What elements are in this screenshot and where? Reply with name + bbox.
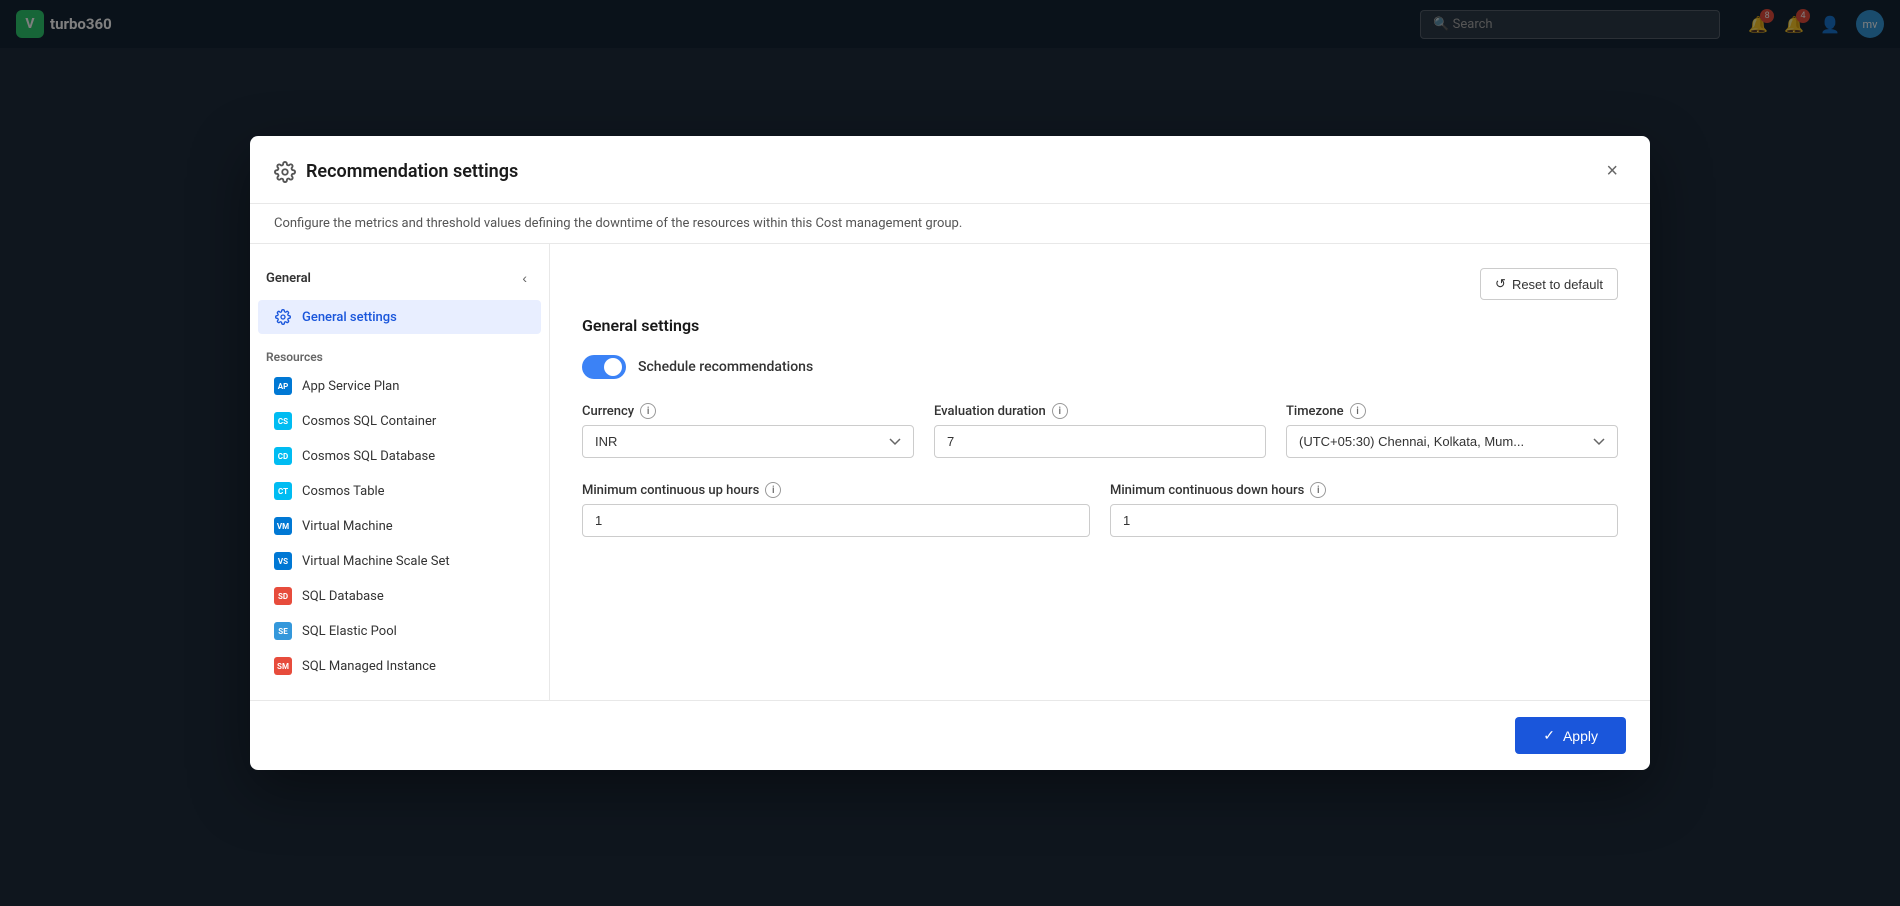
- currency-info-icon[interactable]: i: [640, 403, 656, 419]
- reset-to-default-button[interactable]: ↺ Reset to default: [1480, 268, 1618, 300]
- cosmos-sql-database-label: Cosmos SQL Database: [302, 449, 435, 464]
- evaluation-duration-input[interactable]: [934, 425, 1266, 458]
- cosmos-table-icon: CT: [274, 482, 292, 500]
- close-button[interactable]: ×: [1598, 156, 1626, 187]
- content-title: General settings: [582, 316, 1618, 335]
- schedule-recommendations-row: Schedule recommendations: [582, 355, 1618, 379]
- schedule-recommendations-label: Schedule recommendations: [638, 359, 813, 375]
- cosmos-sql-database-icon: CD: [274, 447, 292, 465]
- general-section-header: General ‹: [250, 260, 549, 296]
- modal-title: Recommendation settings: [306, 161, 518, 182]
- min-down-hours-info-icon[interactable]: i: [1310, 482, 1326, 498]
- min-up-hours-input[interactable]: [582, 504, 1090, 537]
- modal-main-content: ↺ Reset to default General settings Sche…: [550, 244, 1650, 700]
- app-service-plan-label: App Service Plan: [302, 379, 399, 394]
- timezone-group: Timezone i (UTC+05:30) Chennai, Kolkata,…: [1286, 403, 1618, 458]
- modal-title-row: Recommendation settings: [274, 161, 518, 183]
- sidebar-item-sql-elastic-pool[interactable]: SE SQL Elastic Pool: [258, 614, 541, 648]
- resources-section: Resources AP App Service Plan CS Cosmos …: [250, 342, 549, 683]
- vmss-label: Virtual Machine Scale Set: [302, 554, 450, 569]
- sidebar-item-sql-database[interactable]: SD SQL Database: [258, 579, 541, 613]
- cosmos-sql-container-icon: CS: [274, 412, 292, 430]
- currency-group: Currency i INR USD EUR GBP: [582, 403, 914, 458]
- toggle-slider: [582, 355, 626, 379]
- sidebar-item-sql-managed-instance[interactable]: SM SQL Managed Instance: [258, 649, 541, 683]
- bottom-form-grid: Minimum continuous up hours i Minimum co…: [582, 482, 1618, 537]
- recommendation-settings-modal: Recommendation settings × Configure the …: [250, 136, 1650, 770]
- modal-sidebar: General ‹ General settings Resources: [250, 244, 550, 700]
- sql-database-label: SQL Database: [302, 589, 384, 604]
- modal-header: Recommendation settings ×: [250, 136, 1650, 204]
- min-up-hours-label: Minimum continuous up hours i: [582, 482, 1090, 498]
- sidebar-item-general-settings[interactable]: General settings: [258, 300, 541, 334]
- timezone-select[interactable]: (UTC+05:30) Chennai, Kolkata, Mum... (UT…: [1286, 425, 1618, 458]
- evaluation-duration-group: Evaluation duration i: [934, 403, 1266, 458]
- min-down-hours-label: Minimum continuous down hours i: [1110, 482, 1618, 498]
- cosmos-sql-container-label: Cosmos SQL Container: [302, 414, 436, 429]
- min-up-hours-group: Minimum continuous up hours i: [582, 482, 1090, 537]
- cosmos-table-label: Cosmos Table: [302, 484, 385, 499]
- modal-overlay: Recommendation settings × Configure the …: [0, 0, 1900, 906]
- resources-title: Resources: [250, 342, 549, 368]
- reset-btn-container: ↺ Reset to default: [582, 268, 1618, 300]
- general-settings-label: General settings: [302, 310, 397, 325]
- currency-select[interactable]: INR USD EUR GBP: [582, 425, 914, 458]
- settings-icon: [274, 161, 296, 183]
- vmss-icon: VS: [274, 552, 292, 570]
- sql-elastic-pool-icon: SE: [274, 622, 292, 640]
- currency-label: Currency i: [582, 403, 914, 419]
- evaluation-duration-info-icon[interactable]: i: [1052, 403, 1068, 419]
- reset-icon: ↺: [1495, 276, 1506, 292]
- sql-managed-instance-label: SQL Managed Instance: [302, 659, 436, 674]
- app-service-plan-icon: AP: [274, 377, 292, 395]
- evaluation-duration-label: Evaluation duration i: [934, 403, 1266, 419]
- min-down-hours-group: Minimum continuous down hours i: [1110, 482, 1618, 537]
- sql-database-icon: SD: [274, 587, 292, 605]
- sidebar-item-virtual-machine[interactable]: VM Virtual Machine: [258, 509, 541, 543]
- reset-label: Reset to default: [1512, 277, 1603, 292]
- general-settings-icon: [274, 308, 292, 326]
- min-up-hours-info-icon[interactable]: i: [765, 482, 781, 498]
- apply-button[interactable]: ✓ Apply: [1515, 717, 1626, 754]
- min-down-hours-input[interactable]: [1110, 504, 1618, 537]
- sidebar-collapse-button[interactable]: ‹: [516, 268, 533, 288]
- sidebar-item-cosmos-sql-container[interactable]: CS Cosmos SQL Container: [258, 404, 541, 438]
- modal-subtitle: Configure the metrics and threshold valu…: [250, 204, 1650, 244]
- timezone-label: Timezone i: [1286, 403, 1618, 419]
- top-form-grid: Currency i INR USD EUR GBP Evaluation du…: [582, 403, 1618, 458]
- virtual-machine-label: Virtual Machine: [302, 519, 393, 534]
- virtual-machine-icon: VM: [274, 517, 292, 535]
- sidebar-item-app-service-plan[interactable]: AP App Service Plan: [258, 369, 541, 403]
- sql-managed-instance-icon: SM: [274, 657, 292, 675]
- apply-check-icon: ✓: [1543, 727, 1555, 744]
- sidebar-item-cosmos-table[interactable]: CT Cosmos Table: [258, 474, 541, 508]
- apply-label: Apply: [1563, 728, 1598, 744]
- sidebar-item-cosmos-sql-database[interactable]: CD Cosmos SQL Database: [258, 439, 541, 473]
- timezone-info-icon[interactable]: i: [1350, 403, 1366, 419]
- modal-body: General ‹ General settings Resources: [250, 244, 1650, 700]
- modal-footer: ✓ Apply: [250, 700, 1650, 770]
- sidebar-item-vmss[interactable]: VS Virtual Machine Scale Set: [258, 544, 541, 578]
- sql-elastic-pool-label: SQL Elastic Pool: [302, 624, 397, 639]
- general-section-title: General: [266, 271, 311, 286]
- schedule-recommendations-toggle[interactable]: [582, 355, 626, 379]
